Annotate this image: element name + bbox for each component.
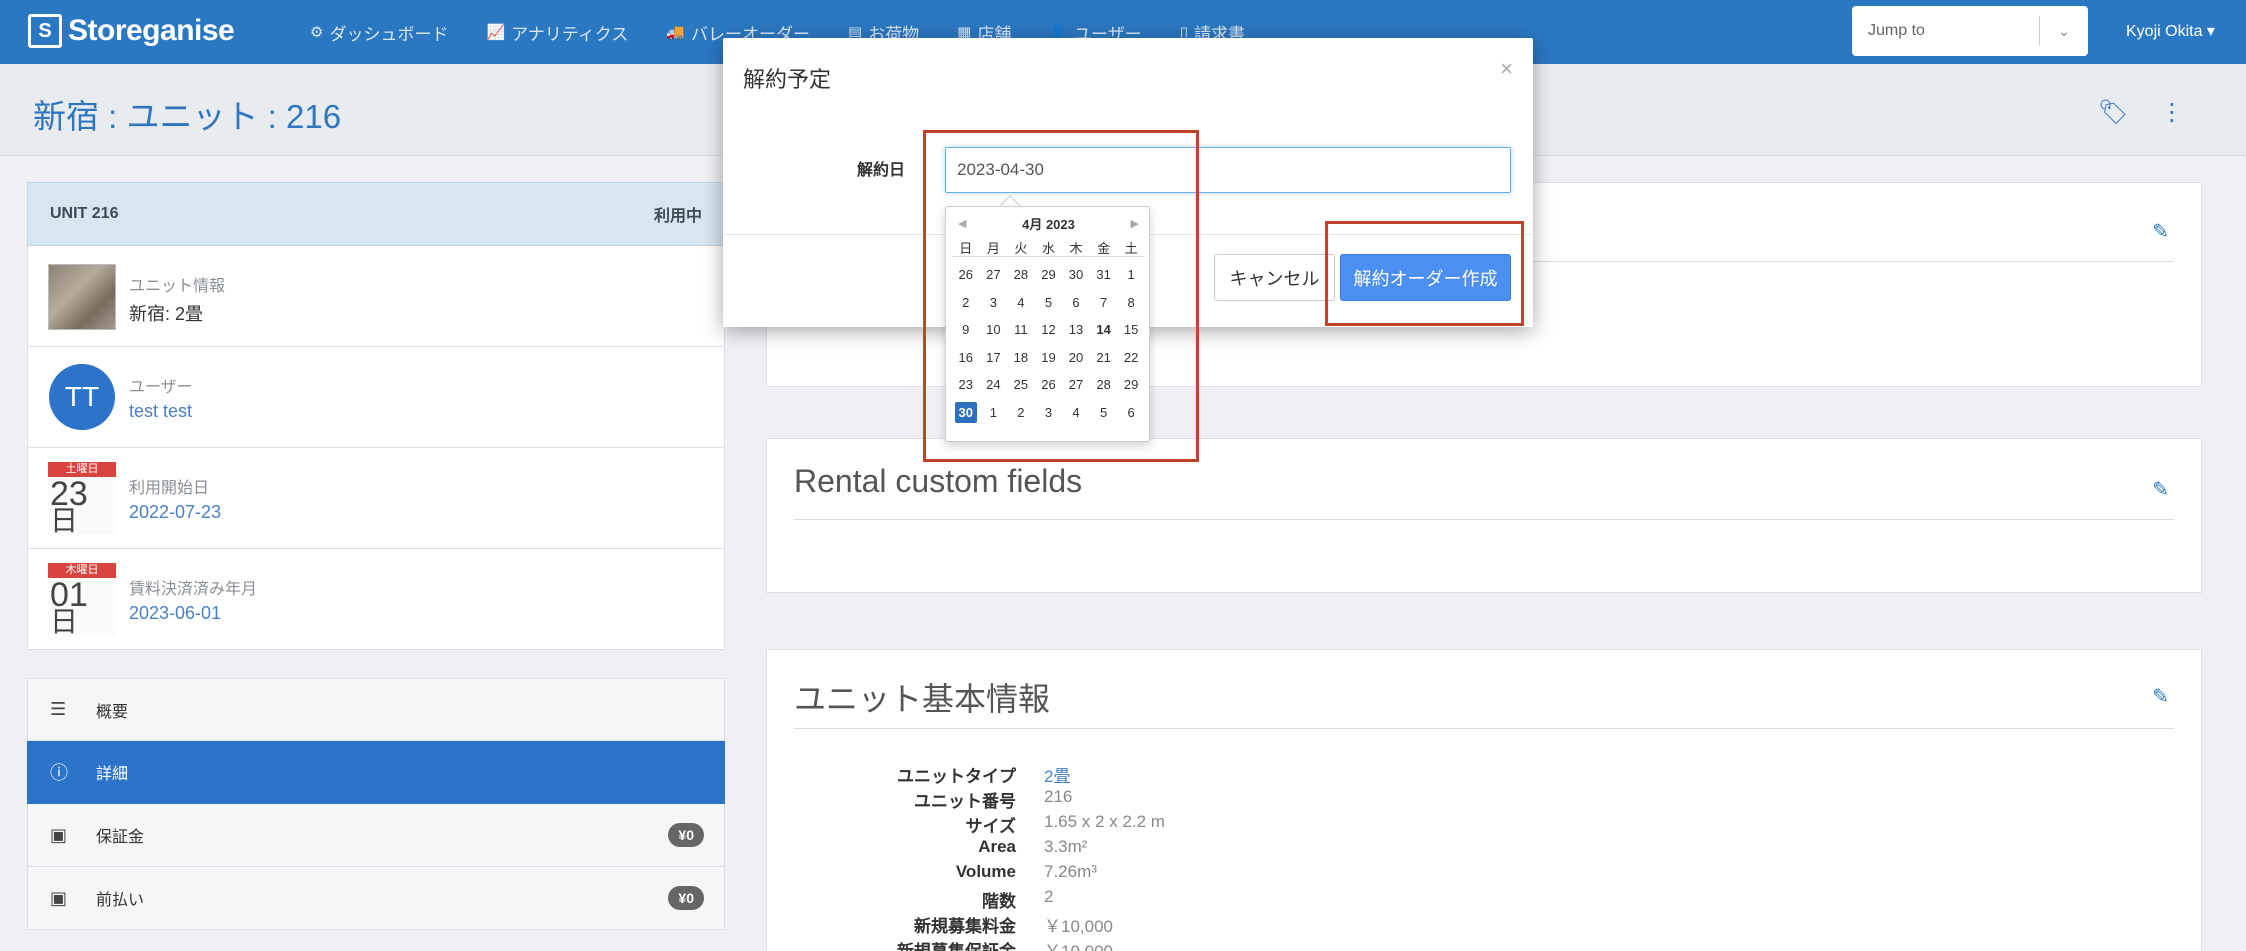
start-day-suffix: 日 xyxy=(50,505,79,536)
money-icon: ▣ xyxy=(50,824,68,845)
money-icon: ▣ xyxy=(50,887,68,908)
close-icon[interactable]: × xyxy=(1500,56,1513,82)
nav-link[interactable]: 📈 アナリティクス xyxy=(486,20,628,45)
calendar-icon: 木曜日 01 日 xyxy=(48,563,116,637)
divider xyxy=(794,728,2174,729)
info-value: ￥10,000 xyxy=(1044,937,1113,951)
info-key: ユニット番号 xyxy=(914,792,1016,811)
info-value: 2 xyxy=(1044,887,1054,906)
info-key: ユニットタイプ xyxy=(897,767,1016,786)
menu-item-label: 前払い xyxy=(96,892,145,909)
amount-badge: ¥0 xyxy=(668,886,704,910)
custom-fields-title: Rental custom fields xyxy=(794,463,1083,499)
brand-logo[interactable]: S Storeganise xyxy=(28,14,235,48)
paid-month-row[interactable]: 木曜日 01 日 賃料決済済み年月 2023-06-01 xyxy=(27,549,725,650)
edit-icon[interactable]: ✎ xyxy=(2152,219,2169,244)
more-options-icon[interactable]: ⋮ xyxy=(2160,98,2184,127)
cancel-button[interactable]: キャンセル xyxy=(1214,254,1335,301)
nav-link-label: ダッシュボード xyxy=(329,24,449,44)
info-row: 新規募集保証金￥10,000 xyxy=(794,937,1394,951)
page-title: 新宿 : ユニット : 216 xyxy=(33,98,342,135)
info-key: Area xyxy=(978,837,1016,856)
info-value: 216 xyxy=(1044,787,1073,806)
unit-thumbnail xyxy=(48,264,116,330)
user-name: Kyoji Okita xyxy=(2126,23,2203,40)
unit-info-value: 新宿: 2畳 xyxy=(129,304,204,324)
info-row: 階数 2 xyxy=(794,887,1394,912)
info-value[interactable]: 2畳 xyxy=(1044,762,1070,787)
menu-item-label: 保証金 xyxy=(96,829,145,846)
amount-badge: ¥0 xyxy=(668,823,704,847)
user-link[interactable]: test test xyxy=(129,401,192,422)
info-key: サイズ xyxy=(965,817,1017,836)
unit-info-row[interactable]: ユニット情報 新宿: 2畳 xyxy=(27,246,725,347)
paid-month-label: 賃料決済済み年月 xyxy=(129,581,258,598)
info-row: Volume 7.26m³ xyxy=(794,862,1394,887)
logo-icon: S xyxy=(28,14,62,48)
start-date-value[interactable]: 2022-07-23 xyxy=(129,502,221,523)
info-icon: ⓘ xyxy=(50,763,68,783)
info-row: ユニットタイプ 2畳 xyxy=(794,762,1394,787)
truck-icon: 🚚 xyxy=(666,24,685,41)
unit-user-row[interactable]: TT ユーザー test test xyxy=(27,347,725,448)
info-value: 7.26m³ xyxy=(1044,862,1097,881)
modal-title: 解約予定 xyxy=(743,67,832,92)
info-row: サイズ 1.65 x 2 x 2.2 m xyxy=(794,812,1394,837)
divider xyxy=(794,519,2174,520)
info-key: 新規募集料金 xyxy=(914,917,1016,936)
info-row: Area 3.3m² xyxy=(794,837,1394,862)
unit-sidebar: UNIT 216 利用中 ユニット情報 新宿: 2畳 TT ユーザー test … xyxy=(27,182,725,930)
tags-icon[interactable]: 🏷 xyxy=(2098,98,2128,127)
info-row: ユニット番号 216 xyxy=(794,787,1394,812)
info-key: 階数 xyxy=(982,892,1016,911)
edit-icon[interactable]: ✎ xyxy=(2152,684,2169,709)
cancel-date-label: 解約日 xyxy=(857,162,906,179)
avatar: TT xyxy=(49,364,115,430)
chevron-down-icon[interactable]: ⌄ xyxy=(2040,23,2088,40)
menu-item-label: 概要 xyxy=(96,703,129,721)
user-menu[interactable]: Kyoji Okita ▾ xyxy=(2126,21,2215,41)
highlight-box xyxy=(923,130,1199,462)
unit-status: 利用中 xyxy=(653,208,702,225)
info-key: 新規募集保証金 xyxy=(794,937,1044,951)
start-date-row[interactable]: 土曜日 23 日 利用開始日 2022-07-23 xyxy=(27,448,725,549)
menu-item[interactable]: ▣ 保証金 ¥0 xyxy=(27,804,725,867)
jump-to-placeholder: Jump to xyxy=(1868,22,1925,39)
unit-basic-info-card: ユニット基本情報 ✎ ユニットタイプ 2畳ユニット番号 216 サイズ 1.65 x 2… xyxy=(766,649,2202,951)
info-value: ￥10,000 xyxy=(1044,917,1113,936)
user-label: ユーザー xyxy=(129,379,193,396)
highlight-box xyxy=(1325,221,1524,326)
menu-item-label: 詳細 xyxy=(96,766,129,783)
unit-header: UNIT 216 利用中 xyxy=(27,182,725,246)
paid-day-suffix: 日 xyxy=(50,606,79,637)
edit-icon[interactable]: ✎ xyxy=(2152,477,2169,502)
info-key: Volume xyxy=(955,862,1016,881)
paid-month-value[interactable]: 2023-06-01 xyxy=(129,603,221,624)
unit-basic-info-title: ユニット基本情報 xyxy=(794,681,1051,717)
menu-item[interactable]: ⓘ 詳細 xyxy=(27,741,725,804)
jump-to-select[interactable]: Jump to ⌄ xyxy=(1852,6,2088,56)
list-icon: ☰ xyxy=(50,699,67,719)
brand-name: Storeganise xyxy=(68,14,235,47)
unit-info-label: ユニット情報 xyxy=(129,278,226,295)
nav-link-label: アナリティクス xyxy=(511,24,629,44)
info-row: 新規募集料金 ￥10,000 xyxy=(794,912,1394,937)
info-value: 3.3m² xyxy=(1044,837,1088,856)
menu-item[interactable]: ☰ 概要 xyxy=(27,678,725,741)
unit-basic-info-list: ユニットタイプ 2畳ユニット番号 216 サイズ 1.65 x 2 x 2.2 m Are… xyxy=(794,762,1394,951)
info-value: 1.65 x 2 x 2.2 m xyxy=(1044,812,1165,831)
nav-link[interactable]: ⚙ ダッシュボード xyxy=(310,20,448,45)
unit-label: UNIT 216 xyxy=(50,205,119,222)
menu-item[interactable]: ▣ 前払い ¥0 xyxy=(27,867,725,930)
calendar-icon: 土曜日 23 日 xyxy=(48,462,116,536)
chart-icon: 📈 xyxy=(486,24,506,41)
start-date-label: 利用開始日 xyxy=(129,480,210,497)
sitemap-icon: ⚙ xyxy=(310,24,324,41)
unit-menu: ☰ 概要 ⓘ 詳細 ▣ 保証金 ¥0 ▣ 前払い ¥0 xyxy=(27,678,725,930)
